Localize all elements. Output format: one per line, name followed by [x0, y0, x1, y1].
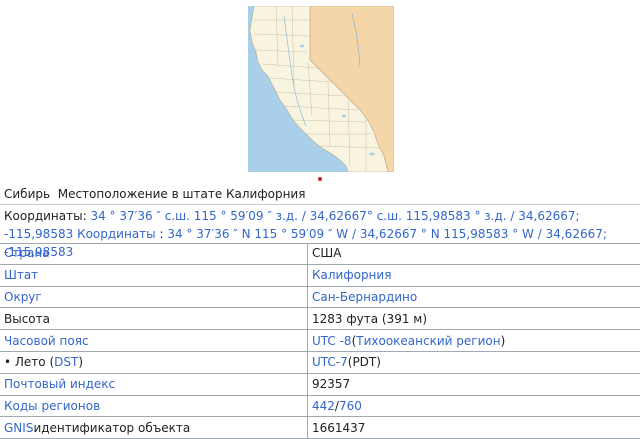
divider — [0, 204, 640, 205]
location-marker-icon — [318, 177, 322, 181]
coordinates-label: Координаты: — [4, 209, 87, 223]
coordinates-separator: / — [533, 227, 546, 241]
timezone-paren-close: ) — [500, 333, 506, 348]
coordinates-dms2-link[interactable]: 34 ° 37′36 ″ N 115 ° 59′09 ″ W — [167, 227, 348, 241]
map-caption: Сибирь Местоположение в штате Калифорния — [4, 186, 636, 202]
table-row-timezone: Часовой пояс UTC -8 (Тихоокеанский регио… — [0, 330, 640, 352]
table-row-summer-time: • Лето (DST ) UTC-7 (PDT) — [0, 351, 640, 374]
table-row-elevation: Высота 1283 фута (391 м) — [0, 308, 640, 331]
location-map[interactable] — [248, 6, 394, 172]
state-value-link[interactable]: Калифорния — [312, 268, 391, 282]
coordinates-separator: / — [348, 227, 360, 241]
summer-label-close: ) — [78, 355, 84, 370]
area-code-442-link[interactable]: 442 — [312, 399, 335, 413]
area-code-760-link[interactable]: 760 — [339, 399, 362, 413]
elevation-label: Высота — [4, 311, 50, 326]
summer-utc-link[interactable]: UTC-7 — [312, 355, 348, 369]
california-map-image — [248, 6, 394, 172]
summer-abbr: (PDT) — [347, 355, 381, 370]
county-label-link[interactable]: Округ — [4, 290, 42, 304]
gnis-label: идентификатор объекта — [33, 420, 191, 435]
table-row-area-codes: Коды регионов 442 / 760 — [0, 395, 640, 418]
summer-label: • Лето ( — [4, 355, 55, 370]
coordinates-colon: : — [155, 227, 168, 241]
elevation-value: 1283 фута (391 м) — [312, 311, 428, 326]
timezone-region-link[interactable]: Тихоокеанский регион — [356, 334, 500, 348]
coordinates-decimal2-link[interactable]: 34,62667 ° N 115,98583 ° W — [360, 227, 534, 241]
country-value: США — [312, 246, 342, 261]
coordinates-separator: / — [506, 209, 519, 223]
zip-label-link[interactable]: Почтовый индекс — [4, 377, 115, 391]
coordinates-decimal-link[interactable]: 34,62667° с.ш. 115,98583 ° з.д. — [310, 209, 507, 223]
caption-text: Местоположение в штате Калифорния — [57, 187, 306, 201]
gnis-link[interactable]: GNIS — [4, 421, 33, 435]
county-value-link[interactable]: Сан-Бернардино — [312, 290, 417, 304]
table-row-county: Округ Сан-Бернардино — [0, 286, 640, 309]
table-row-state: Штат Калифорния — [0, 264, 640, 287]
state-label-link[interactable]: Штат — [4, 268, 38, 282]
table-row-gnis: GNIS идентификатор объекта 1661437 — [0, 417, 640, 439]
coordinates-separator: / — [297, 209, 310, 223]
country-label-link[interactable]: Страна — [4, 246, 50, 260]
coordinates-dms-link[interactable]: 34 ° 37′36 ″ с.ш. 115 ° 59′09 ″ з.д. — [90, 209, 298, 223]
infobox-table: Страна США Штат Калифорния Округ Сан-Бер… — [0, 243, 640, 439]
coordinates-label-2[interactable]: Координаты — [77, 227, 156, 241]
table-row-zip: Почтовый индекс 92357 — [0, 373, 640, 396]
dst-link[interactable]: DST — [54, 355, 78, 369]
area-codes-label-link[interactable]: Коды регионов — [4, 399, 100, 413]
timezone-utc-link[interactable]: UTC -8 — [312, 334, 352, 348]
zip-value: 92357 — [312, 377, 351, 392]
gnis-value: 1661437 — [312, 420, 366, 435]
table-row-country: Страна США — [0, 243, 640, 265]
caption-place-name: Сибирь — [4, 187, 51, 201]
timezone-label-link[interactable]: Часовой пояс — [4, 334, 89, 348]
